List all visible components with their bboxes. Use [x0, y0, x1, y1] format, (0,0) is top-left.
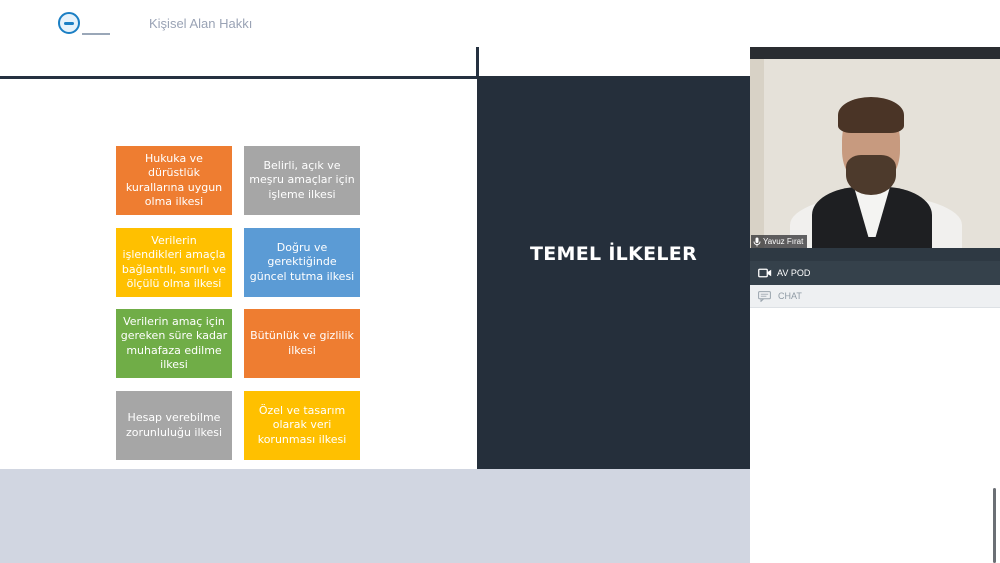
chat-label: CHAT	[778, 291, 802, 301]
principle-text: Belirli, açık ve meşru amaçlar için işle…	[249, 158, 355, 201]
chat-scrollbar[interactable]	[993, 488, 996, 563]
organization-logo	[50, 9, 114, 39]
principle-text: Hesap verebilme zorunluluğu ilkesi	[125, 411, 223, 439]
principle-box: Hesap verebilme zorunluluğu ilkesi	[116, 391, 232, 460]
principle-text: Bütünlük ve gizlilik ilkesi	[250, 329, 354, 357]
principle-box: Doğru ve gerektiğinde güncel tutma ilkes…	[244, 228, 360, 297]
principle-box: Bütünlük ve gizlilik ilkesi	[244, 309, 360, 378]
principle-box: Verilerin amaç için gereken süre kadar m…	[116, 309, 232, 378]
principle-text: Doğru ve gerektiğinde güncel tutma ilkes…	[249, 240, 355, 283]
principle-box: Belirli, açık ve meşru amaçlar için işle…	[244, 146, 360, 215]
principle-text: Özel ve tasarım olarak veri korunması il…	[257, 403, 347, 446]
chat-messages[interactable]	[750, 308, 1000, 563]
principle-box: Verilerin işlendikleri amaçla bağlantılı…	[116, 228, 232, 297]
top-bar: Kişisel Alan Hakkı	[0, 0, 1000, 47]
slide-divider	[0, 76, 477, 79]
app-title: Kişisel Alan Hakkı	[149, 16, 253, 31]
slide-heading: TEMEL İLKELER	[529, 243, 698, 265]
webcam-video[interactable]	[750, 47, 1000, 248]
chat-pod-header[interactable]: CHAT	[750, 285, 1000, 308]
slide-vertical-divider	[476, 47, 479, 79]
principle-text: Verilerin amaç için gereken süre kadar m…	[120, 314, 228, 372]
chat-bubble-icon	[758, 290, 771, 302]
principle-box: Hukuka ve dürüstlük kurallarına uygun ol…	[116, 146, 232, 215]
principle-box: Özel ve tasarım olarak veri korunması il…	[244, 391, 360, 460]
slide-title-panel	[477, 76, 750, 469]
video-camera-icon	[758, 268, 772, 278]
microphone-icon	[753, 237, 761, 246]
av-pod-toolbar	[750, 248, 1000, 261]
principle-text: Hukuka ve dürüstlük kurallarına uygun ol…	[125, 151, 223, 209]
av-pod-header[interactable]: AV POD	[750, 261, 1000, 285]
av-pod-label: AV POD	[777, 268, 811, 278]
slide: TEMEL İLKELER Hukuka ve dürüstlük kurall…	[0, 47, 750, 469]
participant-name: Yavuz Fırat	[763, 237, 804, 246]
participant-name-tag: Yavuz Fırat	[751, 235, 808, 248]
principle-text: Verilerin işlendikleri amaçla bağlantılı…	[121, 233, 227, 291]
